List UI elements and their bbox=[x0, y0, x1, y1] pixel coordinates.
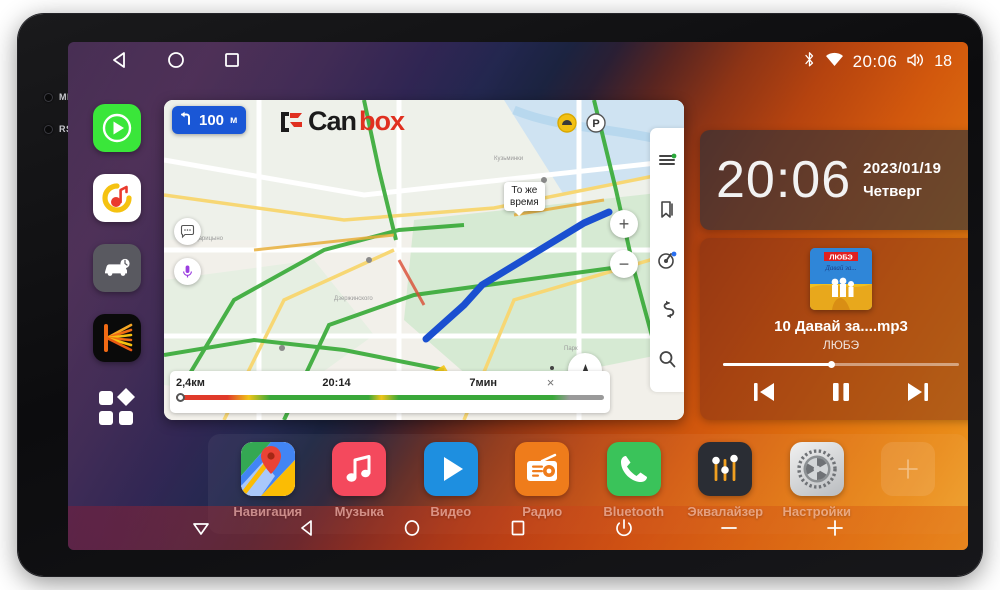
svg-text:Кузьминки: Кузьминки bbox=[494, 156, 523, 162]
plus-icon[interactable] bbox=[881, 442, 936, 496]
status-time: 20:06 bbox=[852, 52, 898, 71]
play-triangle-icon[interactable] bbox=[423, 442, 478, 496]
map-zoom-out-button[interactable]: − bbox=[610, 250, 638, 278]
tooltip-line-2: время bbox=[510, 196, 539, 208]
equalizer-icon[interactable] bbox=[698, 442, 753, 496]
sidebar-item-car-info[interactable] bbox=[93, 244, 141, 292]
svg-text:Давай за...: Давай за... bbox=[824, 264, 856, 272]
sysbar-recents-icon[interactable] bbox=[501, 515, 535, 541]
google-maps-icon[interactable] bbox=[240, 442, 295, 496]
clock-time: 20:06 bbox=[716, 151, 852, 209]
volume-icon bbox=[906, 52, 925, 73]
route-duration: 7мин bbox=[469, 376, 497, 389]
turn-left-icon bbox=[178, 110, 194, 130]
radio-icon[interactable] bbox=[515, 442, 570, 496]
head-unit-device: MIC RST bbox=[18, 14, 982, 576]
route-close-button[interactable]: × bbox=[497, 375, 604, 390]
route-distance: 2,4км bbox=[176, 376, 205, 389]
nav-distance-banner: 100 м bbox=[172, 106, 247, 134]
album-art: ЛЮБЭ Давай за... bbox=[810, 248, 872, 310]
system-navigation-bar bbox=[68, 506, 968, 550]
status-home-icon[interactable] bbox=[166, 50, 186, 75]
reset-hole-icon[interactable] bbox=[44, 124, 53, 134]
status-bar: 20:06 18 bbox=[68, 42, 968, 82]
power-icon[interactable] bbox=[607, 515, 641, 541]
pause-icon[interactable] bbox=[829, 379, 853, 405]
volume-level: 18 bbox=[934, 53, 952, 70]
phone-icon[interactable] bbox=[606, 442, 661, 496]
chat-bubble-icon[interactable] bbox=[174, 218, 201, 245]
clock-widget[interactable]: 20:06 2023/01/19 Четверг bbox=[700, 130, 968, 230]
svg-text:P: P bbox=[592, 118, 599, 130]
app-sidebar bbox=[84, 104, 150, 432]
canbox-text-box: box bbox=[359, 106, 405, 136]
gear-icon[interactable] bbox=[789, 442, 844, 496]
dock-item-add[interactable] bbox=[863, 442, 955, 504]
route-arrival-time: 20:14 bbox=[322, 376, 351, 389]
map-zoom-in-button[interactable]: + bbox=[610, 210, 638, 238]
canbox-logo: Can box bbox=[279, 106, 405, 137]
layers-menu-icon[interactable] bbox=[656, 150, 678, 172]
microphone-icon[interactable] bbox=[174, 258, 201, 285]
collapse-triangle-down-icon[interactable] bbox=[184, 515, 218, 541]
sidebar-item-spotify[interactable] bbox=[93, 104, 141, 152]
screen: 20:06 18 Царицыно Дзержинского Кузьминки… bbox=[68, 42, 968, 550]
map-tooltip: То же время bbox=[504, 182, 545, 216]
bluetooth-icon bbox=[803, 51, 816, 73]
route-traffic-track bbox=[176, 393, 604, 402]
volume-up-icon[interactable] bbox=[818, 515, 852, 541]
parking-p-icon: P bbox=[585, 112, 607, 139]
skip-next-icon[interactable] bbox=[905, 379, 931, 405]
sysbar-back-icon[interactable] bbox=[290, 515, 324, 541]
nav-distance-unit: м bbox=[230, 114, 238, 126]
svg-text:Парк: Парк bbox=[564, 346, 578, 352]
route-summary-bar: 2,4км 20:14 7мин × bbox=[170, 371, 610, 413]
sysbar-home-icon[interactable] bbox=[395, 515, 429, 541]
canbox-text-can: Can bbox=[308, 106, 357, 136]
search-icon[interactable] bbox=[656, 348, 678, 370]
track-title: 10 Давай за....mp3 bbox=[774, 318, 908, 335]
svg-text:ЛЮБЭ: ЛЮБЭ bbox=[829, 253, 853, 262]
sidebar-item-yandex-music[interactable] bbox=[93, 174, 141, 222]
map-tool-rail bbox=[650, 128, 684, 392]
bookmark-icon[interactable] bbox=[656, 199, 678, 221]
sidebar-item-kaspersky[interactable] bbox=[93, 314, 141, 362]
track-artist: ЛЮБЭ bbox=[822, 338, 860, 352]
map-widget[interactable]: Царицыно Дзержинского Кузьминки Ленински… bbox=[164, 100, 684, 420]
sidebar-item-all-apps[interactable] bbox=[93, 384, 141, 432]
wifi-icon bbox=[825, 52, 844, 72]
volume-down-icon[interactable] bbox=[712, 515, 746, 541]
nav-distance-value: 100 bbox=[199, 111, 225, 129]
route-swap-icon[interactable] bbox=[656, 299, 678, 321]
svg-text:Дзержинского: Дзержинского bbox=[334, 296, 373, 302]
canbox-mark-icon bbox=[279, 110, 305, 134]
compass-icon[interactable] bbox=[656, 249, 678, 271]
tooltip-line-1: То же bbox=[511, 185, 538, 196]
yellow-marker-icon bbox=[556, 112, 578, 139]
mic-hole-icon bbox=[44, 92, 53, 102]
clock-date: 2023/01/19 bbox=[863, 160, 942, 177]
playback-progress-fill bbox=[723, 361, 835, 368]
skip-previous-icon[interactable] bbox=[751, 379, 777, 405]
playback-progress-bar[interactable] bbox=[723, 361, 959, 368]
music-widget[interactable]: ЛЮБЭ Давай за... 10 Давай за....mp3 ЛЮБЭ bbox=[700, 238, 968, 420]
music-note-icon[interactable] bbox=[332, 442, 387, 496]
status-back-icon[interactable] bbox=[110, 50, 130, 75]
route-start-dot bbox=[176, 393, 185, 402]
clock-weekday: Четверг bbox=[863, 183, 922, 200]
status-recents-icon[interactable] bbox=[222, 50, 242, 75]
